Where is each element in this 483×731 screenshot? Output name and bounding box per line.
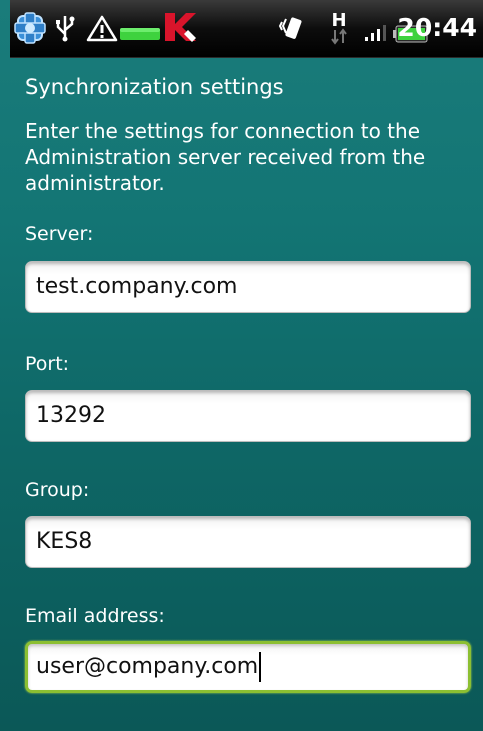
server-input[interactable]: test.company.com — [25, 261, 471, 313]
email-input-value: user@company.com — [36, 654, 259, 679]
svg-text:H: H — [331, 10, 346, 31]
kaspersky-app-icon — [14, 12, 46, 44]
status-bar[interactable]: H 20:44 — [10, 0, 483, 58]
email-label: Email address: — [25, 605, 165, 627]
port-input[interactable]: 13292 — [25, 390, 471, 442]
page-title: Synchronization settings — [25, 75, 284, 99]
status-time: 20:44 — [397, 13, 477, 42]
battery-green-icon — [120, 28, 160, 40]
warning-icon — [86, 15, 118, 42]
usb-icon — [56, 16, 75, 42]
group-label: Group: — [25, 479, 90, 501]
signal-icon — [365, 25, 386, 41]
screen: H 20:44 Synchronization settings Enter t… — [0, 0, 483, 731]
kaspersky-k-icon — [165, 13, 196, 42]
port-label: Port: — [25, 353, 70, 375]
instructions-text: Enter the settings for connection to the… — [25, 119, 426, 195]
server-label: Server: — [25, 223, 94, 245]
group-input[interactable]: KES8 — [25, 516, 471, 568]
email-input[interactable]: user@company.com — [25, 641, 471, 693]
text-caret — [259, 652, 262, 682]
hspa-data-icon: H — [331, 10, 347, 45]
vibrate-icon — [278, 17, 302, 39]
